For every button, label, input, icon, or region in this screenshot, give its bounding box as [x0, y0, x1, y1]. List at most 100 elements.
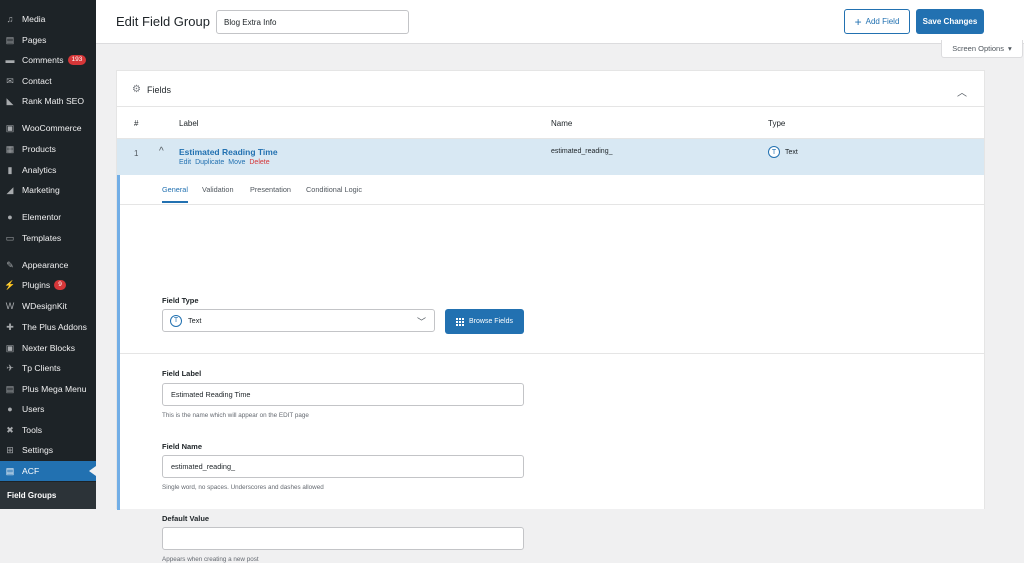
row-actions: Edit Duplicate Move Delete: [179, 159, 274, 166]
field-type-label: Field Type: [162, 296, 199, 305]
section-divider: [120, 353, 984, 354]
sidebar-item-label: Tp Clients: [22, 363, 61, 373]
sidebar-item-plugins[interactable]: ⚡ Plugins 9: [0, 275, 96, 295]
plus-addons-icon: ✚: [6, 321, 14, 332]
col-label: Label: [179, 119, 199, 128]
row-number: 1: [134, 149, 139, 158]
text-type-icon: T: [768, 146, 780, 158]
sidebar-item-marketing[interactable]: ◢ Marketing: [0, 180, 96, 200]
sidebar-item-label: Media: [22, 14, 46, 24]
sidebar-item-users[interactable]: ● Users: [0, 399, 96, 419]
sidebar-item-label: Plus Mega Menu: [22, 384, 87, 394]
sidebar-item-templates[interactable]: ▭ Templates: [0, 228, 96, 248]
sidebar-item-label: WDesignKit: [22, 301, 67, 311]
tab-validation[interactable]: Validation: [202, 185, 234, 194]
col-type: Type: [768, 119, 786, 128]
sidebar-item-label: Pages: [22, 35, 47, 45]
sidebar-item-media[interactable]: ♫ Media: [0, 9, 96, 29]
woocommerce-icon: ▣: [5, 122, 15, 133]
sidebar-item-label: Elementor: [22, 212, 62, 222]
users-icon: ●: [7, 403, 13, 414]
panel-title: Fields: [147, 85, 172, 95]
col-num: #: [134, 119, 139, 128]
field-label-label: Field Label: [162, 369, 202, 378]
pages-icon: ▤: [5, 34, 15, 45]
plugins-icon: ⚡: [4, 279, 16, 290]
nexter-icon: ▣: [5, 342, 15, 353]
sidebar-item-comments[interactable]: ▬ Comments 193: [0, 50, 96, 70]
sidebar-item-label: Rank Math SEO: [22, 96, 85, 106]
sidebar-item-wdesignkit[interactable]: W WDesignKit: [0, 296, 96, 316]
text-type-icon: T: [170, 314, 182, 327]
rank-math-icon: ◣: [6, 95, 14, 106]
caret-down-icon: ▾: [1007, 44, 1012, 53]
field-name-label: Field Name: [162, 442, 203, 451]
field-row-type: T Text: [768, 146, 798, 158]
group-title-input[interactable]: [216, 10, 409, 34]
sidebar-item-label: Contact: [22, 76, 52, 86]
field-name-input[interactable]: estimated_reading_: [162, 455, 524, 478]
collapse-icon[interactable]: ︿: [957, 84, 967, 99]
panel-header[interactable]: ⚙ Fields ︿: [117, 71, 984, 107]
sidebar-item-contact[interactable]: ✉ Contact: [0, 71, 96, 91]
admin-sidebar: ♫ Media ▤ Pages ▬ Comments 193 ✉ Contact ◣ Rank Ma…: [0, 0, 96, 509]
tab-conditional-logic[interactable]: Conditional Logic: [306, 185, 362, 194]
sidebar-item-label: ACF: [22, 466, 40, 476]
fields-panel: ⚙ Fields ︿ # Label Name Type 1 ^ Estimat…: [116, 70, 985, 563]
templates-icon: ▭: [5, 232, 15, 243]
delete-link[interactable]: Delete: [249, 159, 269, 166]
field-row[interactable]: 1 ^ Estimated Reading Time Edit Duplicate…: [117, 139, 984, 175]
wdesignkit-icon: W: [5, 300, 15, 311]
sidebar-item-settings[interactable]: ⊞ Settings: [0, 440, 96, 460]
move-link[interactable]: Move: [228, 159, 245, 166]
sidebar-item-appearance[interactable]: ✎ Appearance: [0, 255, 96, 275]
contact-icon: ✉: [6, 75, 14, 86]
sidebar-item-elementor[interactable]: ● Elementor: [0, 207, 96, 227]
sidebar-item-products[interactable]: ▦ Products: [0, 139, 96, 159]
default-value-label: Default Value: [162, 514, 210, 523]
count-badge: 193: [67, 55, 87, 65]
tools-icon: ✖: [6, 424, 14, 435]
page-title: Edit Field Group: [116, 14, 210, 29]
sidebar-item-label: Analytics: [22, 165, 57, 175]
field-row-label[interactable]: Estimated Reading Time: [179, 147, 278, 157]
sidebar-item-the-plus-addons[interactable]: ✚ The Plus Addons: [0, 317, 96, 337]
field-type-select[interactable]: T Text ﹀: [162, 309, 435, 332]
sidebar-item-woocommerce[interactable]: ▣ WooCommerce: [0, 118, 96, 138]
top-header: Edit Field Group +Add Field Save Changes: [96, 0, 1024, 44]
field-label-input[interactable]: Estimated Reading Time: [162, 383, 524, 406]
sidebar-item-label: Settings: [22, 445, 54, 455]
sidebar-item-analytics[interactable]: ▮ Analytics: [0, 160, 96, 180]
field-label-hint: This is the name which will appear on th…: [162, 412, 309, 419]
sidebar-item-tp-clients[interactable]: ✈ Tp Clients: [0, 358, 96, 378]
tab-presentation[interactable]: Presentation: [250, 185, 291, 194]
sidebar-item-label: The Plus Addons: [22, 322, 87, 332]
settings-tabs: General Validation Presentation Conditio…: [120, 175, 984, 205]
sidebar-item-plus-mega-menu[interactable]: ▤ Plus Mega Menu: [0, 379, 96, 399]
duplicate-link[interactable]: Duplicate: [195, 159, 224, 166]
submenu-field-groups[interactable]: Field Groups: [0, 482, 96, 509]
sidebar-item-nexter-blocks[interactable]: ▣ Nexter Blocks: [0, 338, 96, 358]
sidebar-item-label: Marketing: [22, 185, 60, 195]
save-changes-button[interactable]: Save Changes: [916, 9, 984, 34]
chevron-up-icon[interactable]: ^: [159, 146, 164, 157]
media-icon: ♫: [6, 13, 14, 24]
sidebar-item-label: Products: [22, 144, 56, 154]
sidebar-item-pages[interactable]: ▤ Pages: [0, 30, 96, 50]
edit-link[interactable]: Edit: [179, 159, 191, 166]
sidebar-item-label: Comments: [22, 55, 64, 65]
add-field-button[interactable]: + Add Field: [844, 9, 910, 34]
sidebar-item-acf[interactable]: ▤ ACF: [0, 461, 96, 481]
default-value-input[interactable]: [162, 527, 524, 550]
pin-icon: ✈: [6, 362, 14, 373]
sidebar-item-rank-math-seo[interactable]: ◣ Rank Math SEO: [0, 91, 96, 111]
acf-icon: ▤: [5, 465, 15, 476]
mega-menu-icon: ▤: [5, 383, 15, 394]
browse-fields-button[interactable]: Browse Fields: [445, 309, 524, 334]
sidebar-item-tools[interactable]: ✖ Tools: [0, 420, 96, 440]
tab-general[interactable]: General: [162, 185, 188, 203]
settings-icon: ⊞: [6, 444, 14, 455]
screen-options-button[interactable]: Screen Options ▾: [941, 40, 1023, 58]
field-row-name: estimated_reading_: [551, 148, 613, 155]
plus-icon: +: [854, 14, 862, 29]
